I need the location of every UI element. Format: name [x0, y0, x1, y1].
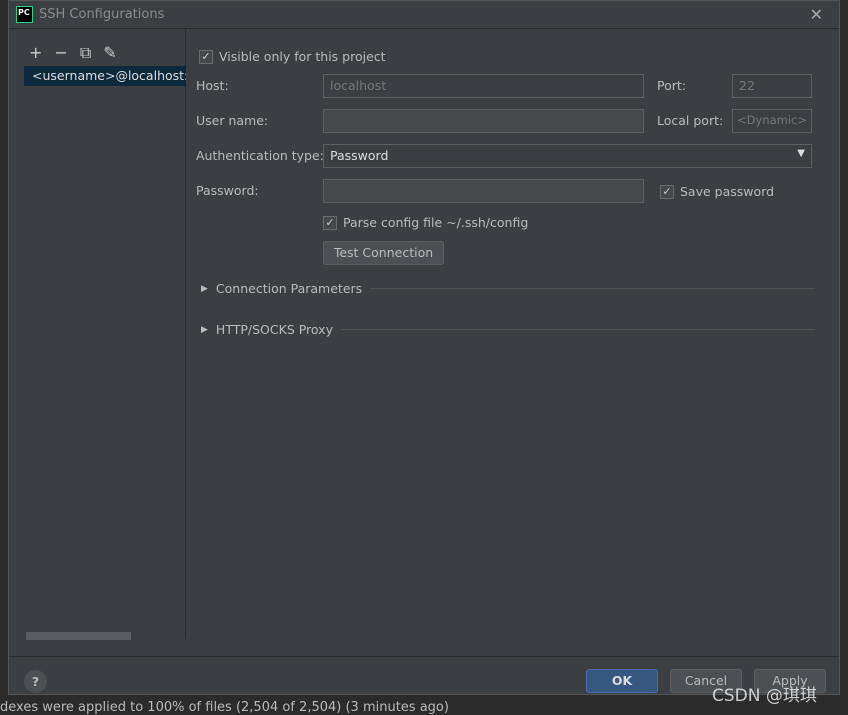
close-icon[interactable]: ✕ — [810, 5, 823, 24]
add-icon[interactable]: + — [29, 43, 42, 63]
ok-button[interactable]: OK — [586, 669, 658, 693]
triangle-right-icon: ▶ — [201, 283, 208, 294]
divider — [370, 288, 815, 289]
password-label: Password: — [196, 183, 259, 198]
horizontal-scrollbar[interactable] — [26, 632, 131, 640]
checkmark-icon: ✓ — [660, 184, 674, 199]
auth-type-label: Authentication type: — [196, 148, 324, 163]
checkbox-label: Parse config file ~/.ssh/config — [343, 215, 529, 230]
watermark: CSDN @琪琪 — [712, 686, 817, 706]
port-label: Port: — [657, 78, 686, 93]
password-field[interactable] — [323, 179, 644, 203]
user-name-label: User name: — [196, 113, 269, 128]
list-item[interactable]: <username>@localhost:22 — [24, 66, 186, 86]
checkbox-label: Save password — [680, 184, 775, 199]
chevron-down-icon: ▼ — [797, 148, 805, 159]
test-connection-button[interactable]: Test Connection — [323, 241, 444, 265]
dialog-title: SSH Configurations — [39, 7, 165, 22]
http-socks-proxy-section[interactable]: ▶ HTTP/SOCKS Proxy — [201, 322, 815, 337]
host-label: Host: — [196, 78, 229, 93]
config-list-panel: + − ⧉ ✎ <username>@localhost:22 — [9, 29, 186, 640]
host-field[interactable]: localhost — [323, 74, 644, 98]
section-label: HTTP/SOCKS Proxy — [215, 322, 333, 337]
connection-parameters-section[interactable]: ▶ Connection Parameters — [201, 281, 815, 296]
user-name-field[interactable] — [323, 109, 644, 133]
checkmark-icon: ✓ — [199, 49, 213, 64]
title-bar: PC SSH Configurations ✕ — [9, 1, 839, 29]
local-port-label: Local port: — [657, 113, 724, 128]
checkmark-icon: ✓ — [323, 215, 337, 230]
divider — [340, 329, 815, 330]
visible-only-checkbox[interactable]: ✓ Visible only for this project — [199, 49, 386, 64]
pycharm-logo-icon: PC — [16, 6, 33, 23]
checkbox-label: Visible only for this project — [219, 49, 386, 64]
auth-type-value: Password — [330, 148, 389, 163]
save-password-checkbox[interactable]: ✓ Save password — [660, 184, 774, 199]
auth-type-select[interactable]: Password ▼ — [323, 144, 812, 168]
remove-icon[interactable]: − — [54, 43, 67, 63]
triangle-right-icon: ▶ — [201, 324, 208, 335]
ssh-configurations-dialog: PC SSH Configurations ✕ + − ⧉ ✎ <usernam… — [8, 0, 840, 695]
local-port-field[interactable]: <Dynamic> — [732, 109, 812, 133]
copy-icon[interactable]: ⧉ — [80, 43, 91, 63]
status-bar-text: dexes were applied to 100% of files (2,5… — [0, 700, 449, 715]
port-field[interactable]: 22 — [732, 74, 812, 98]
section-label: Connection Parameters — [215, 281, 363, 296]
help-button[interactable]: ? — [24, 670, 47, 693]
edit-icon[interactable]: ✎ — [103, 43, 116, 63]
parse-config-checkbox[interactable]: ✓ Parse config file ~/.ssh/config — [323, 215, 528, 230]
